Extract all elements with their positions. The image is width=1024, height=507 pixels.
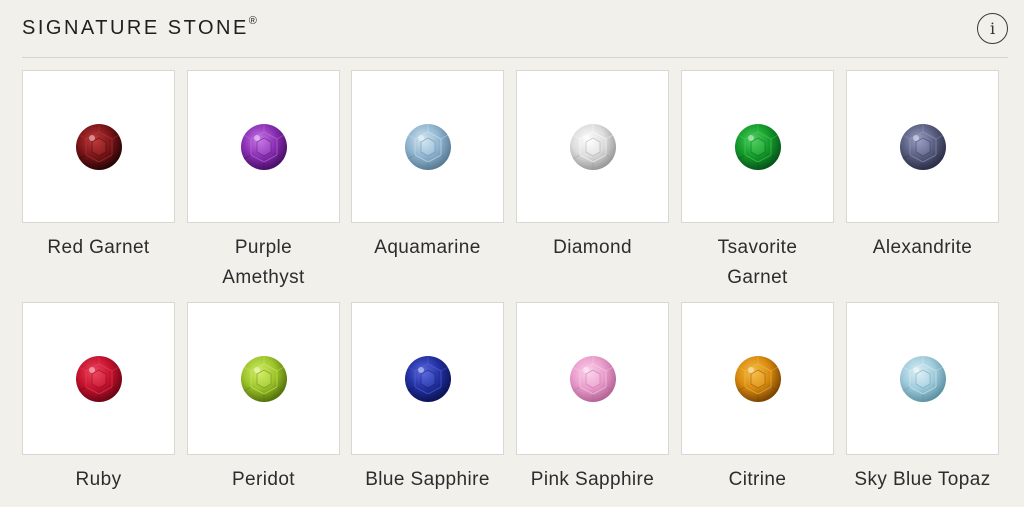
stone-label-line: Tsavorite bbox=[717, 237, 798, 258]
stone-label: Diamond bbox=[510, 233, 675, 263]
gemstone-icon bbox=[75, 123, 122, 170]
stone-label-line: Aquamarine bbox=[374, 237, 481, 258]
stone-label-line: Sky Blue Topaz bbox=[854, 469, 991, 490]
stone-label-line: Diamond bbox=[553, 237, 632, 258]
stone-tile-red-garnet[interactable] bbox=[22, 70, 175, 223]
stone-tile-alexandrite[interactable] bbox=[846, 70, 999, 223]
stone-label-line: Garnet bbox=[727, 267, 788, 288]
stone-label-line: Peridot bbox=[231, 469, 295, 490]
stone-label: Citrine bbox=[675, 465, 840, 495]
stone-tile-diamond[interactable] bbox=[516, 70, 669, 223]
stone-label: Sky Blue Topaz bbox=[840, 465, 1005, 495]
stone-tile-aquamarine[interactable] bbox=[351, 70, 504, 223]
stone-label-line: Blue Sapphire bbox=[365, 469, 490, 490]
stone-label-line: Ruby bbox=[75, 469, 122, 490]
stone-label: Purple Amethyst bbox=[181, 233, 346, 293]
gemstone-icon bbox=[734, 123, 781, 170]
stone-label-line: Red Garnet bbox=[47, 237, 150, 258]
stone-label: Alexandrite bbox=[840, 233, 1005, 263]
gemstone-icon bbox=[240, 355, 287, 402]
gemstone-icon bbox=[404, 123, 451, 170]
stone-label-line: Purple bbox=[234, 237, 293, 258]
stone-label: Pink Sapphire bbox=[510, 465, 675, 495]
gemstone-icon bbox=[569, 123, 616, 170]
gemstone-icon bbox=[404, 355, 451, 402]
stone-label: Aquamarine bbox=[345, 233, 510, 263]
stone-label: Ruby bbox=[16, 465, 181, 495]
gemstone-icon bbox=[899, 123, 946, 170]
stone-tile-purple-amethyst[interactable] bbox=[187, 70, 340, 223]
stone-tile-citrine[interactable] bbox=[681, 302, 834, 455]
stone-label: Tsavorite Garnet bbox=[675, 233, 840, 293]
stone-label: Blue Sapphire bbox=[345, 465, 510, 495]
gemstone-icon bbox=[75, 355, 122, 402]
stone-tile-tsavorite-garnet[interactable] bbox=[681, 70, 834, 223]
stone-tile-peridot[interactable] bbox=[187, 302, 340, 455]
gemstone-icon bbox=[569, 355, 616, 402]
stone-tile-sky-blue-topaz[interactable] bbox=[846, 302, 999, 455]
gemstone-icon bbox=[734, 355, 781, 402]
stone-tile-ruby[interactable] bbox=[22, 302, 175, 455]
stone-label-line: Pink Sapphire bbox=[530, 469, 655, 490]
gemstone-icon bbox=[899, 355, 946, 402]
stone-label: Peridot bbox=[181, 465, 346, 495]
stone-grid: Red Garnet Purple Amethyst Aquamarine Diamon… bbox=[0, 0, 1024, 507]
gemstone-icon bbox=[240, 123, 287, 170]
stone-label-line: Alexandrite bbox=[872, 237, 973, 258]
stone-label-line: Citrine bbox=[728, 469, 787, 490]
stone-tile-blue-sapphire[interactable] bbox=[351, 302, 504, 455]
stone-tile-pink-sapphire[interactable] bbox=[516, 302, 669, 455]
stone-label-line: Amethyst bbox=[222, 267, 305, 288]
stone-label: Red Garnet bbox=[16, 233, 181, 263]
